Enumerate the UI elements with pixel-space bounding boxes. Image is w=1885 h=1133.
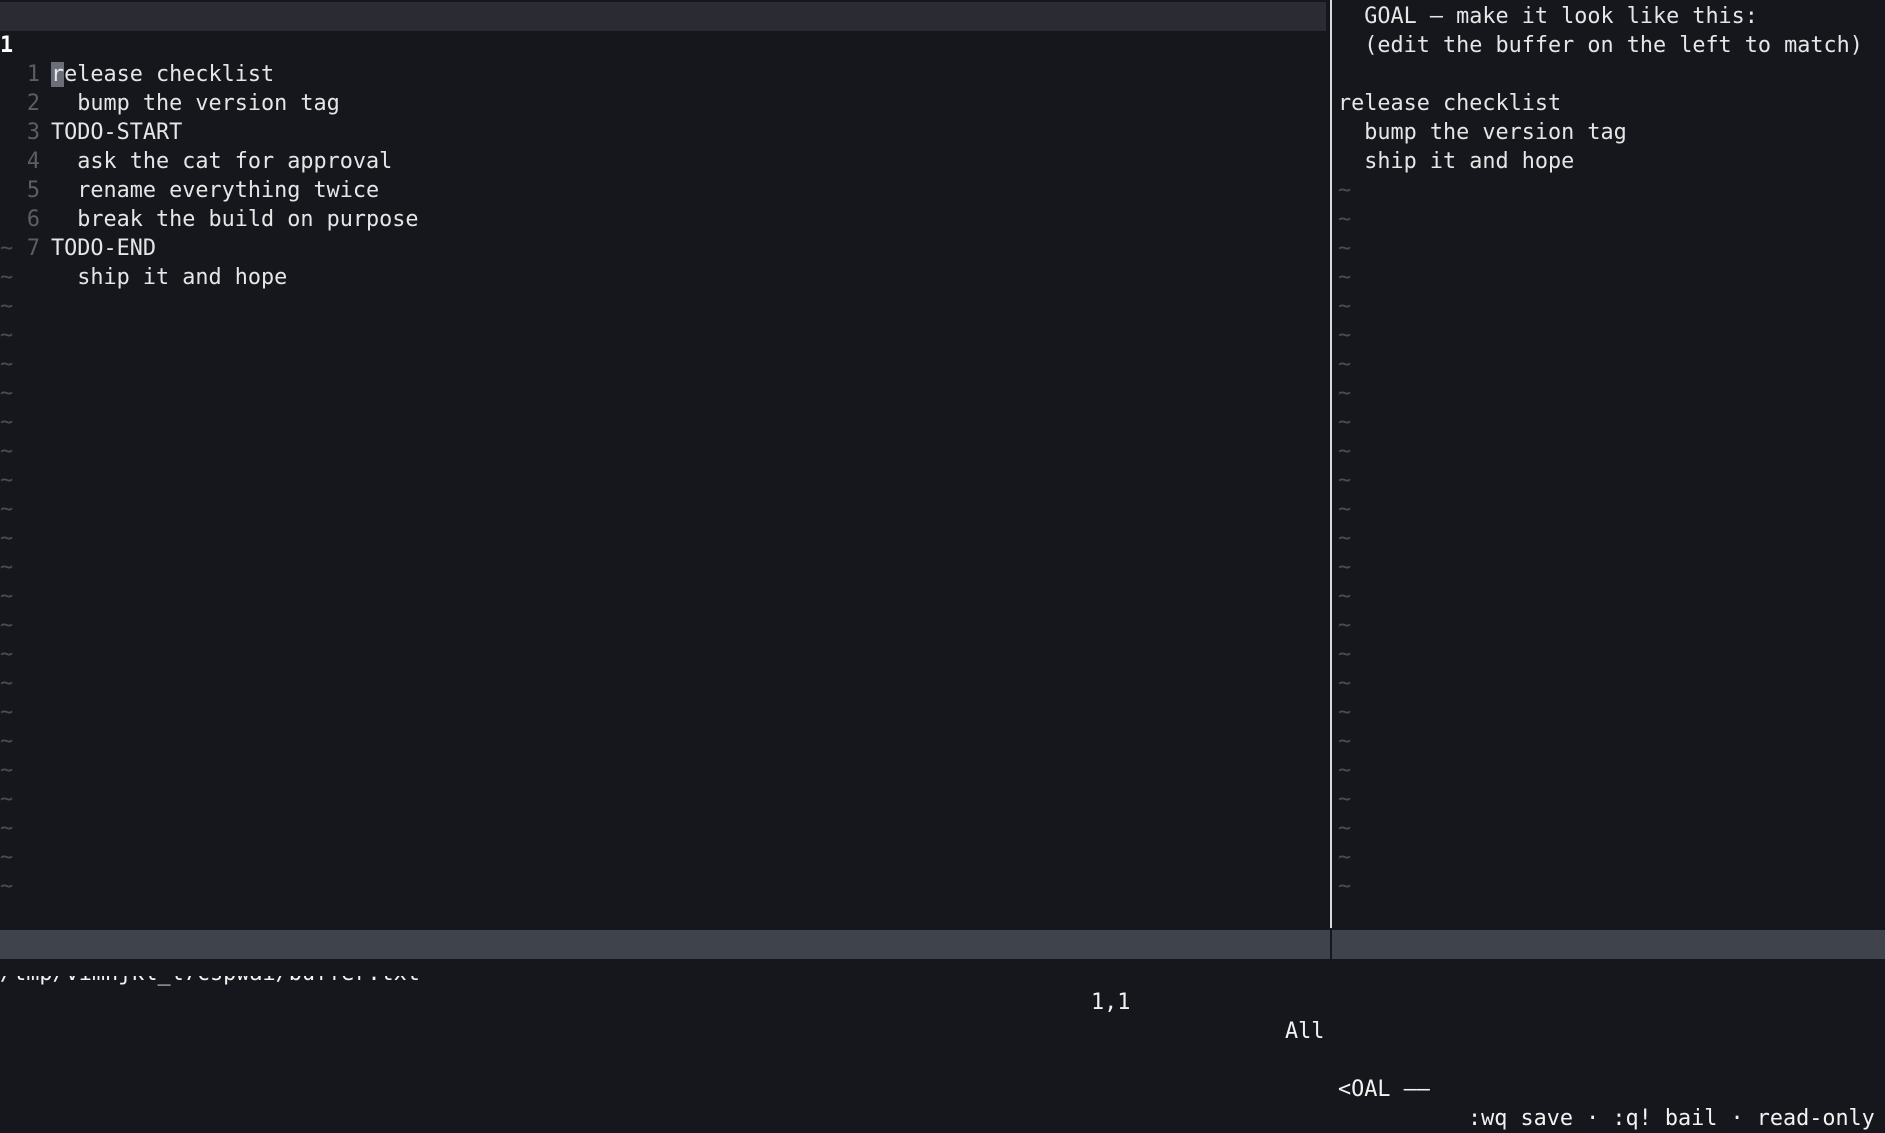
empty-line-tilde: ~ (0, 758, 14, 783)
empty-line-tilde: ~ (1338, 439, 1352, 464)
buffer-line-current[interactable]: 1 release checklist (0, 2, 1326, 87)
goal-line: ship it and hope (1338, 147, 1885, 176)
empty-line-tilde: ~ (1338, 294, 1352, 319)
empty-line-tilde: ~ (1338, 700, 1352, 725)
empty-line-tilde: ~ (1338, 787, 1352, 812)
empty-line-tilde: ~ (0, 439, 14, 464)
goal-line: bump the version tag (1338, 118, 1885, 147)
buffer-line-text: ship it and hope (51, 265, 288, 290)
goal-line-text: release checklist (1338, 91, 1562, 116)
empty-line-tilde: ~ (1338, 381, 1352, 406)
goal-line-text: ship it and hope (1338, 149, 1575, 174)
empty-line-tilde: ~ (1338, 816, 1352, 841)
empty-line-tilde: ~ (0, 468, 14, 493)
empty-line-tilde: ~ (1338, 642, 1352, 667)
window-split-divider[interactable] (1330, 0, 1332, 928)
status-split-divider (1330, 930, 1332, 959)
goal-line-text: GOAL — make it look like this: (1338, 4, 1758, 29)
buffer-line[interactable]: 2 TODO-START (0, 60, 1326, 145)
empty-line-tilde: ~ (1338, 758, 1352, 783)
empty-line-tilde: ~ (0, 381, 14, 406)
buffer-line[interactable]: 1 bump the version tag (0, 31, 1326, 116)
empty-line-tilde: ~ (0, 874, 14, 899)
buffer-line[interactable]: 6 TODO-END (0, 176, 1326, 261)
empty-line-tilde: ~ (0, 642, 14, 667)
empty-line-tilde: ~ (0, 787, 14, 812)
empty-line-tilde: ~ (1338, 497, 1352, 522)
empty-line-tilde: ~ (1338, 352, 1352, 377)
empty-line-tilde: ~ (0, 700, 14, 725)
empty-line-tilde: ~ (1338, 468, 1352, 493)
empty-line-tilde: ~ (0, 352, 14, 377)
empty-line-tilde: ~ (1338, 526, 1352, 551)
empty-line-tilde: ~ (1338, 555, 1352, 580)
empty-line-tilde: ~ (0, 555, 14, 580)
empty-line-tilde: ~ (1338, 410, 1352, 435)
empty-line-tilde: ~ (1338, 178, 1352, 203)
empty-line-tilde: ~ (0, 526, 14, 551)
editor-buffer-pane[interactable]: 1 release checklist 1 bump the version t… (0, 0, 1328, 928)
goal-line-text: bump the version tag (1338, 120, 1627, 145)
buffer-line[interactable]: 7 ship it and hope (0, 205, 1326, 290)
goal-line (1338, 60, 1885, 89)
empty-line-tilde: ~ (0, 236, 14, 261)
empty-line-tilde: ~ (0, 584, 14, 609)
cursor-position: 1,1 (1091, 990, 1131, 1015)
empty-line-tilde: ~ (0, 845, 14, 870)
empty-line-tilde: ~ (1338, 236, 1352, 261)
empty-line-tilde: ~ (1338, 613, 1352, 638)
empty-line-tilde: ~ (0, 729, 14, 754)
goal-line: release checklist (1338, 89, 1885, 118)
goal-buffer-pane: GOAL — make it look like this: (edit the… (1338, 0, 1885, 928)
buffer-line[interactable]: 3 ask the cat for approval (0, 89, 1326, 174)
empty-line-tilde: ~ (0, 265, 14, 290)
command-line[interactable] (0, 959, 1885, 976)
buffer-line[interactable]: 5 break the build on purpose (0, 147, 1326, 232)
scroll-indicator: All (1285, 1019, 1325, 1044)
empty-line-tilde: ~ (1338, 207, 1352, 232)
buffer-line[interactable]: 4 rename everything twice (0, 118, 1326, 203)
goal-buffer-name: <OAL —— (1338, 1077, 1430, 1102)
buffer-line-text: TODO-END (51, 236, 156, 261)
empty-line-tilde: ~ (0, 613, 14, 638)
empty-line-tilde: ~ (1338, 729, 1352, 754)
empty-line-tilde: ~ (1338, 845, 1352, 870)
command-hints: :wq save · :q! bail · read-only (1468, 1106, 1875, 1131)
empty-line-tilde: ~ (0, 671, 14, 696)
empty-line-tilde: ~ (0, 410, 14, 435)
empty-line-tilde: ~ (1338, 265, 1352, 290)
goal-line: (edit the buffer on the left to match) (1338, 31, 1885, 60)
empty-line-tilde: ~ (0, 816, 14, 841)
empty-line-tilde: ~ (0, 294, 14, 319)
empty-line-tilde: ~ (1338, 671, 1352, 696)
goal-line: GOAL — make it look like this: (1338, 2, 1885, 31)
empty-line-tilde: ~ (1338, 874, 1352, 899)
status-line: /tmp/vimhjkl_l7cspwai/buffer.txt 1,1 All… (0, 930, 1885, 1131)
empty-line-tilde: ~ (0, 323, 14, 348)
empty-line-tilde: ~ (1338, 584, 1352, 609)
empty-line-tilde: ~ (0, 497, 14, 522)
empty-line-tilde: ~ (1338, 323, 1352, 348)
goal-line-text: (edit the buffer on the left to match) (1338, 33, 1863, 58)
